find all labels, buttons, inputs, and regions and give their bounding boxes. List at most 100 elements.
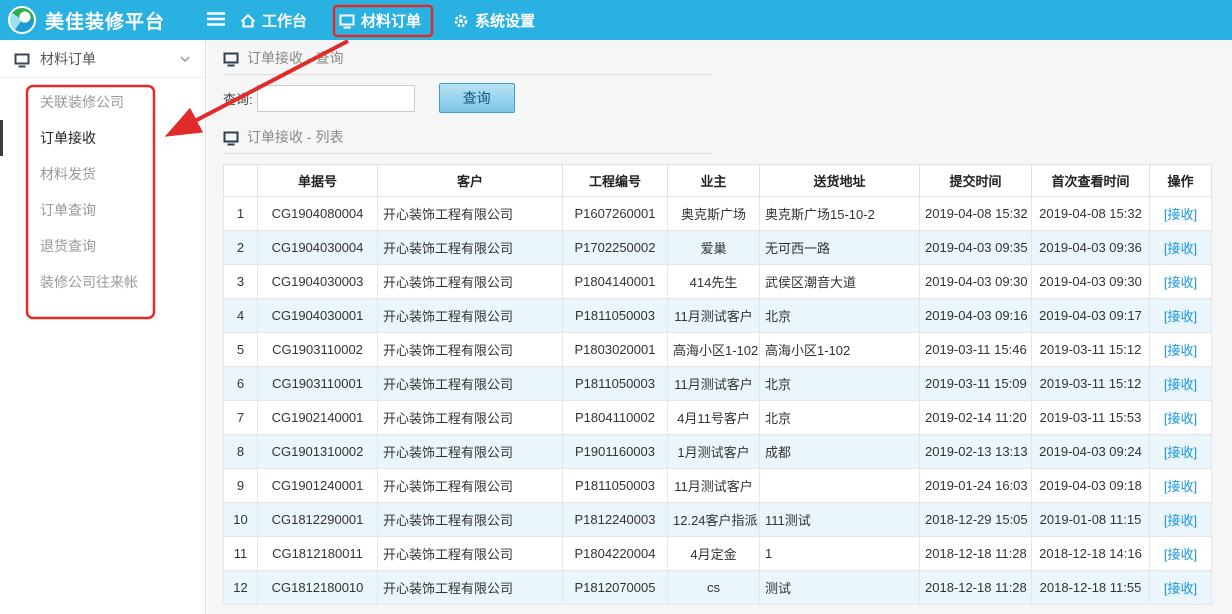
menu-icon[interactable] <box>206 11 226 32</box>
receive-link[interactable]: [接收] <box>1164 377 1197 392</box>
table-cell: CG1904030003 <box>258 265 378 299</box>
table-cell: 2019-04-03 09:18 <box>1032 469 1150 503</box>
table-cell: 测试 <box>760 571 920 605</box>
topnav-item[interactable]: 系统设置 <box>453 10 535 31</box>
table-cell: CG1812290001 <box>258 503 378 537</box>
column-header: 操作 <box>1150 165 1212 197</box>
home-icon <box>240 13 256 29</box>
table-cell: 2018-12-18 14:16 <box>1032 537 1150 571</box>
receive-link[interactable]: [接收] <box>1164 479 1197 494</box>
sidebar-header[interactable]: 材料订单 <box>0 40 205 78</box>
table-cell: 无可西一路 <box>760 231 920 265</box>
table-cell: CG1904030004 <box>258 231 378 265</box>
sidebar-item[interactable]: 订单查询 <box>0 192 205 228</box>
table-row: 6CG1903110001开心装饰工程有限公司P181105000311月测试客… <box>224 367 1212 401</box>
row-number-cell: 6 <box>224 367 258 401</box>
table-cell: CG1902140001 <box>258 401 378 435</box>
row-number-cell: 10 <box>224 503 258 537</box>
receive-link[interactable]: [接收] <box>1164 581 1197 596</box>
receive-link[interactable]: [接收] <box>1164 207 1197 222</box>
table-row: 5CG1903110002开心装饰工程有限公司P1803020001高海小区1-… <box>224 333 1212 367</box>
sidebar-menu: 关联装修公司订单接收材料发货订单查询退货查询装修公司往来帐 <box>0 78 205 300</box>
table-cell: CG1904080004 <box>258 197 378 231</box>
row-number-cell: 1 <box>224 197 258 231</box>
table-cell: 2019-04-08 15:32 <box>1032 197 1150 231</box>
receive-link[interactable]: [接收] <box>1164 309 1197 324</box>
table-cell: P1811050003 <box>563 469 668 503</box>
action-cell: [接收] <box>1150 401 1212 435</box>
table-cell: 高海小区1-102 <box>760 333 920 367</box>
table-cell: 开心装饰工程有限公司 <box>378 197 563 231</box>
table-cell: 开心装饰工程有限公司 <box>378 231 563 265</box>
table-cell: CG1812180010 <box>258 571 378 605</box>
table-row: 1CG1904080004开心装饰工程有限公司P1607260001奥克斯广场奥… <box>224 197 1212 231</box>
receive-link[interactable]: [接收] <box>1164 241 1197 256</box>
table-cell: CG1904030001 <box>258 299 378 333</box>
receive-link[interactable]: [接收] <box>1164 547 1197 562</box>
table-cell: P1811050003 <box>563 299 668 333</box>
topnav-item-label: 系统设置 <box>475 10 535 31</box>
table-cell: 武侯区潮音大道 <box>760 265 920 299</box>
action-cell: [接收] <box>1150 503 1212 537</box>
action-cell: [接收] <box>1150 197 1212 231</box>
table-cell: 2019-04-03 09:35 <box>920 231 1032 265</box>
table-cell: 2018-12-18 11:28 <box>920 537 1032 571</box>
table-cell: CG1901240001 <box>258 469 378 503</box>
table-cell: P1811050003 <box>563 367 668 401</box>
table-cell: 开心装饰工程有限公司 <box>378 299 563 333</box>
gear-icon <box>453 13 469 29</box>
table-cell: 1 <box>760 537 920 571</box>
receive-link[interactable]: [接收] <box>1164 411 1197 426</box>
action-cell: [接收] <box>1150 299 1212 333</box>
row-number-cell: 2 <box>224 231 258 265</box>
table-cell: 4月定金 <box>668 537 760 571</box>
sidebar-item[interactable]: 关联装修公司 <box>0 84 205 120</box>
row-number-cell: 7 <box>224 401 258 435</box>
column-header <box>224 165 258 197</box>
receive-link[interactable]: [接收] <box>1164 445 1197 460</box>
monitor-icon <box>339 13 355 29</box>
monitor-icon <box>223 130 239 146</box>
table-cell: 爱巢 <box>668 231 760 265</box>
table-cell: P1607260001 <box>563 197 668 231</box>
column-header: 送货地址 <box>760 165 920 197</box>
table-cell: 开心装饰工程有限公司 <box>378 333 563 367</box>
receive-link[interactable]: [接收] <box>1164 343 1197 358</box>
column-header: 业主 <box>668 165 760 197</box>
table-cell: 开心装饰工程有限公司 <box>378 367 563 401</box>
query-section-title-text: 订单接收 - 查询 <box>247 48 343 68</box>
table-row: 12CG1812180010开心装饰工程有限公司P1812070005cs测试2… <box>224 571 1212 605</box>
table-cell: P1901160003 <box>563 435 668 469</box>
monitor-icon <box>14 52 30 68</box>
action-cell: [接收] <box>1150 469 1212 503</box>
query-label: 查询: <box>223 89 253 108</box>
receive-link[interactable]: [接收] <box>1164 513 1197 528</box>
topnav-item[interactable]: 工作台 <box>240 10 307 31</box>
column-header: 首次查看时间 <box>1032 165 1150 197</box>
action-cell: [接收] <box>1150 435 1212 469</box>
row-number-cell: 4 <box>224 299 258 333</box>
sidebar-item[interactable]: 退货查询 <box>0 228 205 264</box>
receive-link[interactable]: [接收] <box>1164 275 1197 290</box>
query-button[interactable]: 查询 <box>439 83 515 113</box>
column-header: 单据号 <box>258 165 378 197</box>
table-cell: 2019-04-08 15:32 <box>920 197 1032 231</box>
sidebar-item[interactable]: 订单接收 <box>0 120 205 156</box>
topnav-item[interactable]: 材料订单 <box>339 10 421 31</box>
row-number-cell: 11 <box>224 537 258 571</box>
table-row: 3CG1904030003开心装饰工程有限公司P1804140001414先生武… <box>224 265 1212 299</box>
sidebar-item[interactable]: 装修公司往来帐 <box>0 264 205 300</box>
table-cell: 奥克斯广场15-10-2 <box>760 197 920 231</box>
column-header: 客户 <box>378 165 563 197</box>
table-cell: 1月测试客户 <box>668 435 760 469</box>
table-cell: 414先生 <box>668 265 760 299</box>
table-cell: 12.24客户指派 <box>668 503 760 537</box>
table-cell: P1812240003 <box>563 503 668 537</box>
table-row: 8CG1901310002开心装饰工程有限公司P19011600031月测试客户… <box>224 435 1212 469</box>
query-input[interactable] <box>257 85 415 112</box>
row-number-cell: 5 <box>224 333 258 367</box>
orders-table: 单据号客户工程编号业主送货地址提交时间首次查看时间操作 1CG190408000… <box>223 164 1212 605</box>
row-number-cell: 9 <box>224 469 258 503</box>
sidebar-header-label: 材料订单 <box>40 49 96 69</box>
sidebar-item[interactable]: 材料发货 <box>0 156 205 192</box>
